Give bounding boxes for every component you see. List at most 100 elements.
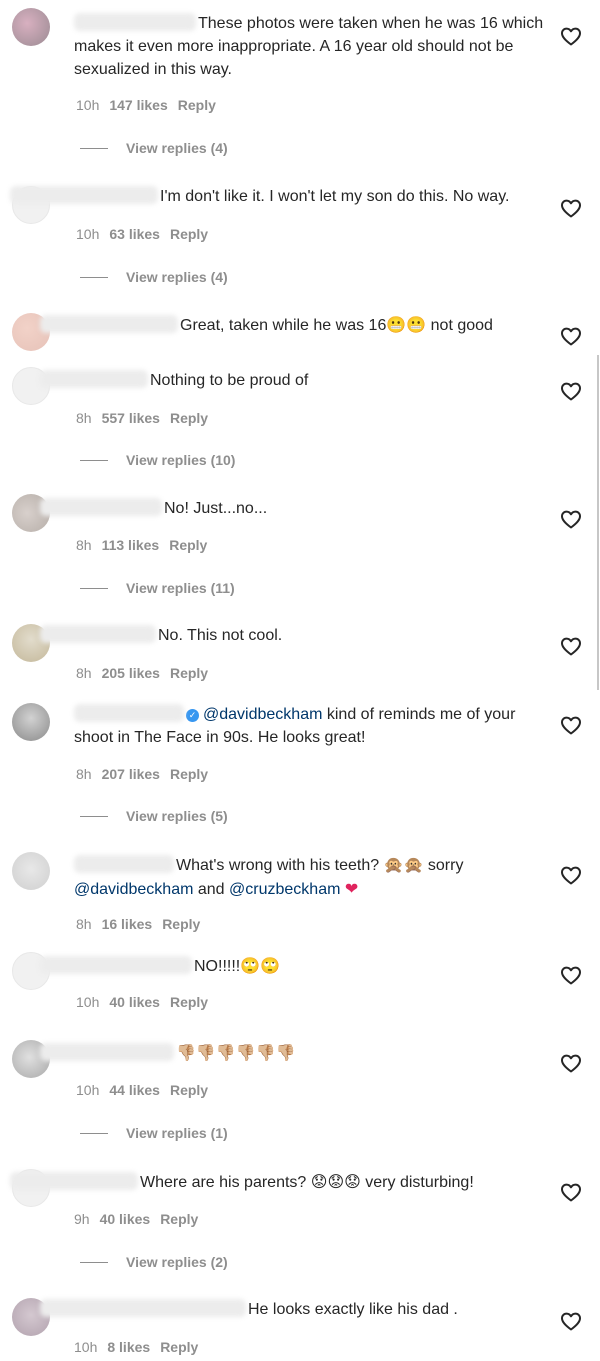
view-replies-button[interactable]: View replies (4) bbox=[80, 140, 228, 156]
comment-meta: 8h 113 likes Reply bbox=[76, 537, 217, 553]
comment-meta: 10h 44 likes Reply bbox=[76, 1082, 218, 1098]
heart-outline-icon[interactable] bbox=[559, 713, 583, 737]
reply-button[interactable]: Reply bbox=[170, 766, 208, 782]
comment-meta: 10h 8 likes Reply bbox=[74, 1339, 208, 1355]
comment-meta: 10h 63 likes Reply bbox=[76, 226, 218, 242]
comment-meta: 10h 40 likes Reply bbox=[76, 994, 218, 1010]
comment-time: 10h bbox=[76, 97, 100, 113]
divider bbox=[80, 460, 108, 461]
view-replies-button[interactable]: View replies (1) bbox=[80, 1125, 228, 1141]
comment-meta: 8h 16 likes Reply bbox=[76, 916, 210, 932]
comment-time: 10h bbox=[76, 994, 100, 1010]
likes-count[interactable]: 205 likes bbox=[102, 665, 160, 681]
avatar[interactable] bbox=[12, 703, 50, 741]
comment-time: 8h bbox=[76, 537, 92, 553]
reply-button[interactable]: Reply bbox=[170, 410, 208, 426]
comment-time: 10h bbox=[74, 1339, 98, 1355]
divider bbox=[80, 277, 108, 278]
username-redacted bbox=[40, 625, 156, 643]
comment-text: Great, taken while he was 16😬😬 not good bbox=[40, 313, 540, 337]
likes-count[interactable]: 557 likes bbox=[102, 410, 160, 426]
avatar[interactable] bbox=[12, 8, 50, 46]
heart-outline-icon[interactable] bbox=[559, 963, 583, 987]
heart-outline-icon[interactable] bbox=[559, 324, 583, 348]
verified-badge-icon: ✓ bbox=[186, 709, 199, 722]
comment-text: Nothing to be proud of bbox=[40, 369, 540, 392]
heart-outline-icon[interactable] bbox=[559, 634, 583, 658]
username-redacted bbox=[40, 956, 192, 974]
likes-count[interactable]: 147 likes bbox=[109, 97, 167, 113]
heart-outline-icon[interactable] bbox=[559, 507, 583, 531]
divider bbox=[80, 816, 108, 817]
comment-meta: 8h 557 likes Reply bbox=[76, 410, 218, 426]
username-redacted bbox=[10, 186, 158, 204]
reply-button[interactable]: Reply bbox=[170, 1082, 208, 1098]
username-redacted bbox=[40, 1043, 174, 1061]
heart-outline-icon[interactable] bbox=[559, 863, 583, 887]
heart-outline-icon[interactable] bbox=[559, 379, 583, 403]
comment-text: These photos were taken when he was 16 w… bbox=[74, 13, 544, 78]
reply-button[interactable]: Reply bbox=[170, 665, 208, 681]
divider bbox=[80, 1133, 108, 1134]
mention-link[interactable]: @davidbeckham bbox=[203, 706, 322, 723]
likes-count[interactable]: 8 likes bbox=[107, 1339, 150, 1355]
divider bbox=[80, 1262, 108, 1263]
likes-count[interactable]: 44 likes bbox=[109, 1082, 160, 1098]
username-redacted bbox=[40, 370, 148, 388]
likes-count[interactable]: 113 likes bbox=[102, 537, 160, 553]
username-redacted bbox=[74, 704, 184, 722]
comment-time: 9h bbox=[74, 1211, 90, 1227]
emoji: 😟😟😟 bbox=[310, 1172, 361, 1191]
emoji: 🙊🙊 bbox=[383, 855, 424, 874]
comment-text: No. This not cool. bbox=[40, 624, 540, 647]
likes-count[interactable]: 40 likes bbox=[109, 994, 160, 1010]
heart-outline-icon[interactable] bbox=[559, 1180, 583, 1204]
reply-button[interactable]: Reply bbox=[162, 916, 200, 932]
username-redacted bbox=[74, 13, 196, 31]
reply-button[interactable]: Reply bbox=[178, 97, 216, 113]
reply-button[interactable]: Reply bbox=[170, 994, 208, 1010]
divider bbox=[80, 148, 108, 149]
comment-text: NO!!!!!🙄🙄 bbox=[40, 954, 540, 978]
comment-text: Where are his parents? 😟😟😟 very disturbi… bbox=[10, 1170, 550, 1194]
view-replies-button[interactable]: View replies (11) bbox=[80, 580, 235, 596]
view-replies-button[interactable]: View replies (4) bbox=[80, 269, 228, 285]
comment-time: 8h bbox=[76, 665, 92, 681]
comment-meta: 8h 205 likes Reply bbox=[76, 665, 218, 681]
reply-button[interactable]: Reply bbox=[169, 537, 207, 553]
mention-link[interactable]: @cruzbeckham bbox=[229, 881, 340, 898]
comment-meta: 10h 147 likes Reply bbox=[76, 97, 226, 113]
comment-meta: 8h 207 likes Reply bbox=[76, 766, 218, 782]
mention-link[interactable]: @davidbeckham bbox=[74, 881, 193, 898]
comment-time: 10h bbox=[76, 226, 100, 242]
heart-outline-icon[interactable] bbox=[559, 1309, 583, 1333]
likes-count[interactable]: 16 likes bbox=[102, 916, 153, 932]
comment-time: 10h bbox=[76, 1082, 100, 1098]
comment-time: 8h bbox=[76, 766, 92, 782]
reply-button[interactable]: Reply bbox=[170, 226, 208, 242]
comment-time: 8h bbox=[76, 410, 92, 426]
comment-text: 👎🏼👎🏼👎🏼👎🏼👎🏼👎🏼 bbox=[40, 1041, 540, 1065]
reply-button[interactable]: Reply bbox=[160, 1211, 198, 1227]
emoji: 😬😬 bbox=[386, 315, 427, 334]
likes-count[interactable]: 63 likes bbox=[109, 226, 160, 242]
heart-outline-icon[interactable] bbox=[559, 1051, 583, 1075]
likes-count[interactable]: 40 likes bbox=[100, 1211, 151, 1227]
view-replies-button[interactable]: View replies (5) bbox=[80, 808, 228, 824]
view-replies-button[interactable]: View replies (10) bbox=[80, 452, 235, 468]
heart-outline-icon[interactable] bbox=[559, 196, 583, 220]
scrollbar[interactable] bbox=[597, 355, 599, 690]
comment-text: No! Just...no... bbox=[40, 497, 540, 520]
comment-time: 8h bbox=[76, 916, 92, 932]
username-redacted bbox=[40, 1299, 246, 1317]
likes-count[interactable]: 207 likes bbox=[102, 766, 160, 782]
comment-meta: 9h 40 likes Reply bbox=[74, 1211, 208, 1227]
emoji: 🙄🙄 bbox=[240, 956, 281, 975]
comment-text: ✓ @davidbeckham kind of reminds me of you… bbox=[74, 704, 516, 746]
view-replies-button[interactable]: View replies (2) bbox=[80, 1254, 228, 1270]
comment-text: He looks exactly like his dad . bbox=[40, 1298, 540, 1321]
avatar[interactable] bbox=[12, 852, 50, 890]
comment-text: I'm don't like it. I won't let my son do… bbox=[10, 185, 550, 208]
reply-button[interactable]: Reply bbox=[160, 1339, 198, 1355]
heart-outline-icon[interactable] bbox=[559, 24, 583, 48]
